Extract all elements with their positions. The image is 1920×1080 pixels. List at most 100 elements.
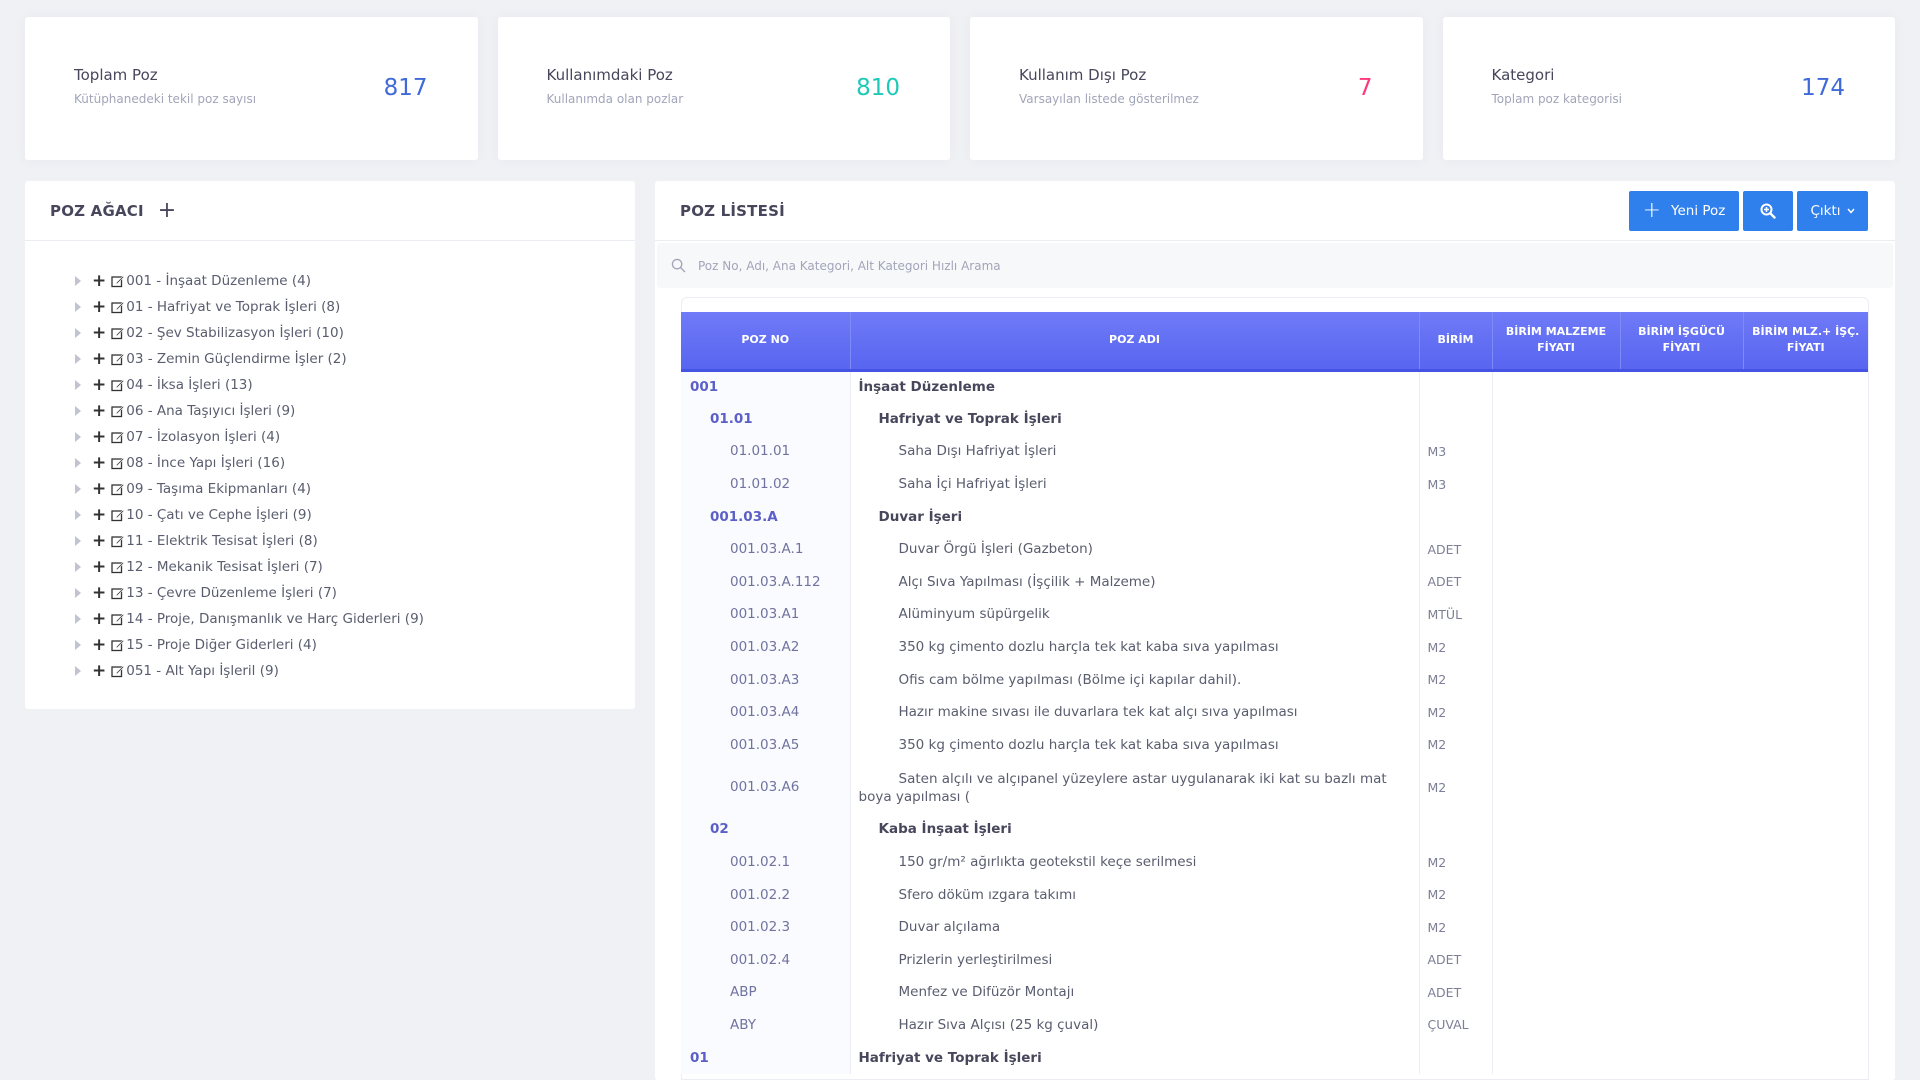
expand-caret-icon[interactable] bbox=[75, 302, 81, 312]
edit-icon[interactable] bbox=[111, 274, 125, 288]
category-row[interactable]: 01.01 Hafriyat ve Toprak İşleri bbox=[681, 402, 1868, 436]
table-row[interactable]: 001.03.A.1 Duvar Örgü İşleri (Gazbeton) AD… bbox=[681, 532, 1868, 566]
col-header-material-price[interactable]: BİRİM MALZEME FİYATI bbox=[1492, 312, 1621, 372]
add-child-icon[interactable]: + bbox=[92, 454, 106, 472]
tree-item-label[interactable]: 01 - Hafriyat ve Toprak İşleri (8) bbox=[126, 299, 340, 315]
add-child-icon[interactable]: + bbox=[92, 272, 106, 290]
add-child-icon[interactable]: + bbox=[92, 376, 106, 394]
category-row[interactable]: 001 İnşaat Düzenleme bbox=[681, 370, 1868, 403]
col-header-total-price[interactable]: BİRİM MLZ.+ İŞÇ. FİYATI bbox=[1743, 312, 1868, 372]
tree-item[interactable]: +13 - Çevre Düzenleme İşleri (7) bbox=[75, 580, 424, 606]
add-child-icon[interactable]: + bbox=[92, 480, 106, 498]
table-row[interactable]: ABY Hazır Sıva Alçısı (25 kg çuval) ÇUVAL bbox=[681, 1008, 1868, 1042]
expand-caret-icon[interactable] bbox=[75, 328, 81, 338]
expand-caret-icon[interactable] bbox=[75, 536, 81, 546]
edit-icon[interactable] bbox=[111, 508, 125, 522]
edit-icon[interactable] bbox=[111, 586, 125, 600]
tree-item-label[interactable]: 08 - İnce Yapı İşleri (16) bbox=[126, 455, 285, 471]
add-child-icon[interactable]: + bbox=[92, 584, 106, 602]
expand-caret-icon[interactable] bbox=[75, 380, 81, 390]
table-row[interactable]: 001.02.1 150 gr/m² ağırlıkta geotekstil k… bbox=[681, 845, 1868, 879]
table-row[interactable]: 001.03.A3 Ofis cam bölme yapılması (Bölme… bbox=[681, 663, 1868, 696]
table-row[interactable]: 001.03.A1 Alüminyum süpürgelik MTÜL bbox=[681, 598, 1868, 631]
tree-item-label[interactable]: 15 - Proje Diğer Giderleri (4) bbox=[126, 637, 317, 653]
expand-caret-icon[interactable] bbox=[75, 484, 81, 494]
col-header-labor-price[interactable]: BİRİM İŞGÜCÜ FİYATI bbox=[1620, 312, 1744, 372]
tree-item-label[interactable]: 13 - Çevre Düzenleme İşleri (7) bbox=[126, 585, 337, 601]
tree-item[interactable]: +09 - Taşıma Ekipmanları (4) bbox=[75, 476, 424, 502]
tree-item[interactable]: +051 - Alt Yapı İşleril (9) bbox=[75, 658, 424, 684]
expand-caret-icon[interactable] bbox=[75, 588, 81, 598]
table-row[interactable]: 001.02.2 Sfero döküm ızgara takımı M2 bbox=[681, 878, 1868, 911]
edit-icon[interactable] bbox=[111, 352, 125, 366]
edit-icon[interactable] bbox=[111, 560, 125, 574]
edit-icon[interactable] bbox=[111, 430, 125, 444]
expand-caret-icon[interactable] bbox=[75, 458, 81, 468]
add-child-icon[interactable]: + bbox=[92, 298, 106, 316]
edit-icon[interactable] bbox=[111, 378, 125, 392]
tree-item[interactable]: +15 - Proje Diğer Giderleri (4) bbox=[75, 632, 424, 658]
tree-item-label[interactable]: 06 - Ana Taşıyıcı İşleri (9) bbox=[126, 403, 295, 419]
category-row[interactable]: 001.03.A Duvar İşeri bbox=[681, 500, 1868, 533]
expand-caret-icon[interactable] bbox=[75, 432, 81, 442]
tree-item-label[interactable]: 03 - Zemin Güçlendirme İşler (2) bbox=[126, 351, 346, 367]
edit-icon[interactable] bbox=[111, 326, 125, 340]
tree-item[interactable]: +11 - Elektrik Tesisat İşleri (8) bbox=[75, 528, 424, 554]
edit-icon[interactable] bbox=[111, 534, 125, 548]
add-child-icon[interactable]: + bbox=[92, 506, 106, 524]
add-child-icon[interactable]: + bbox=[92, 350, 106, 368]
add-child-icon[interactable]: + bbox=[92, 662, 106, 680]
table-row[interactable]: 001.03.A4 Hazır makine sıvası ile duvarla… bbox=[681, 695, 1868, 729]
category-row[interactable]: 01 Hafriyat ve Toprak İşleri bbox=[681, 1041, 1868, 1074]
add-child-icon[interactable]: + bbox=[92, 402, 106, 420]
table-row[interactable]: ABP Menfez ve Difüzör Montajı ADET bbox=[681, 976, 1868, 1009]
tree-item-label[interactable]: 051 - Alt Yapı İşleril (9) bbox=[126, 663, 279, 679]
add-category-icon[interactable]: + bbox=[158, 199, 176, 222]
expand-caret-icon[interactable] bbox=[75, 640, 81, 650]
expand-caret-icon[interactable] bbox=[75, 276, 81, 286]
add-child-icon[interactable]: + bbox=[92, 610, 106, 628]
expand-caret-icon[interactable] bbox=[75, 510, 81, 520]
add-child-icon[interactable]: + bbox=[92, 636, 106, 654]
col-header-poz-adi[interactable]: POZ ADI bbox=[850, 312, 1420, 372]
tree-item[interactable]: +001 - İnşaat Düzenleme (4) bbox=[75, 268, 424, 294]
tree-item-label[interactable]: 09 - Taşıma Ekipmanları (4) bbox=[126, 481, 311, 497]
expand-caret-icon[interactable] bbox=[75, 666, 81, 676]
tree-item[interactable]: +01 - Hafriyat ve Toprak İşleri (8) bbox=[75, 294, 424, 320]
table-row[interactable]: 001.03.A6 Saten alçılı ve alçıpanel yüzey… bbox=[681, 761, 1868, 814]
zoom-search-button[interactable] bbox=[1743, 191, 1793, 231]
tree-item[interactable]: +08 - İnce Yapı İşleri (16) bbox=[75, 450, 424, 476]
tree-item-label[interactable]: 04 - İksa İşleri (13) bbox=[126, 377, 252, 393]
tree-item-label[interactable]: 07 - İzolasyon İşleri (4) bbox=[126, 429, 280, 445]
category-row[interactable]: 02 Kaba İnşaat İşleri bbox=[681, 813, 1868, 846]
add-child-icon[interactable]: + bbox=[92, 532, 106, 550]
edit-icon[interactable] bbox=[111, 664, 125, 678]
table-row[interactable]: 01.01.02 Saha İçi Hafriyat İşleri M3 bbox=[681, 467, 1868, 501]
tree-item-label[interactable]: 001 - İnşaat Düzenleme (4) bbox=[126, 273, 311, 289]
search-input[interactable] bbox=[698, 258, 1798, 273]
table-row[interactable]: 01.01.01 Saha Dışı Hafriyat İşleri M3 bbox=[681, 435, 1868, 468]
table-row[interactable]: 001.02.3 Duvar alçılama M2 bbox=[681, 910, 1868, 944]
tree-item-label[interactable]: 10 - Çatı ve Cephe İşleri (9) bbox=[126, 507, 312, 523]
add-child-icon[interactable]: + bbox=[92, 324, 106, 342]
edit-icon[interactable] bbox=[111, 612, 125, 626]
output-dropdown-button[interactable]: Çıktı bbox=[1797, 191, 1868, 231]
table-row[interactable]: 001.03.A.112 Alçı Sıva Yapılması (İşçilik… bbox=[681, 565, 1868, 599]
expand-caret-icon[interactable] bbox=[75, 562, 81, 572]
tree-item-label[interactable]: 02 - Şev Stabilizasyon İşleri (10) bbox=[126, 325, 344, 341]
tree-item-label[interactable]: 14 - Proje, Danışmanlık ve Harç Giderler… bbox=[126, 611, 424, 627]
tree-item[interactable]: +06 - Ana Taşıyıcı İşleri (9) bbox=[75, 398, 424, 424]
table-row[interactable]: 001.02.4 Prizlerin yerleştirilmesi ADET bbox=[681, 943, 1868, 977]
tree-item-label[interactable]: 12 - Mekanik Tesisat İşleri (7) bbox=[126, 559, 323, 575]
tree-item[interactable]: +07 - İzolasyon İşleri (4) bbox=[75, 424, 424, 450]
edit-icon[interactable] bbox=[111, 404, 125, 418]
new-poz-button[interactable]: + Yeni Poz bbox=[1629, 191, 1739, 231]
tree-item[interactable]: +12 - Mekanik Tesisat İşleri (7) bbox=[75, 554, 424, 580]
add-child-icon[interactable]: + bbox=[92, 558, 106, 576]
col-header-poz-no[interactable]: POZ NO bbox=[681, 312, 851, 372]
expand-caret-icon[interactable] bbox=[75, 354, 81, 364]
edit-icon[interactable] bbox=[111, 638, 125, 652]
tree-item[interactable]: +10 - Çatı ve Cephe İşleri (9) bbox=[75, 502, 424, 528]
tree-item[interactable]: +14 - Proje, Danışmanlık ve Harç Giderle… bbox=[75, 606, 424, 632]
expand-caret-icon[interactable] bbox=[75, 614, 81, 624]
